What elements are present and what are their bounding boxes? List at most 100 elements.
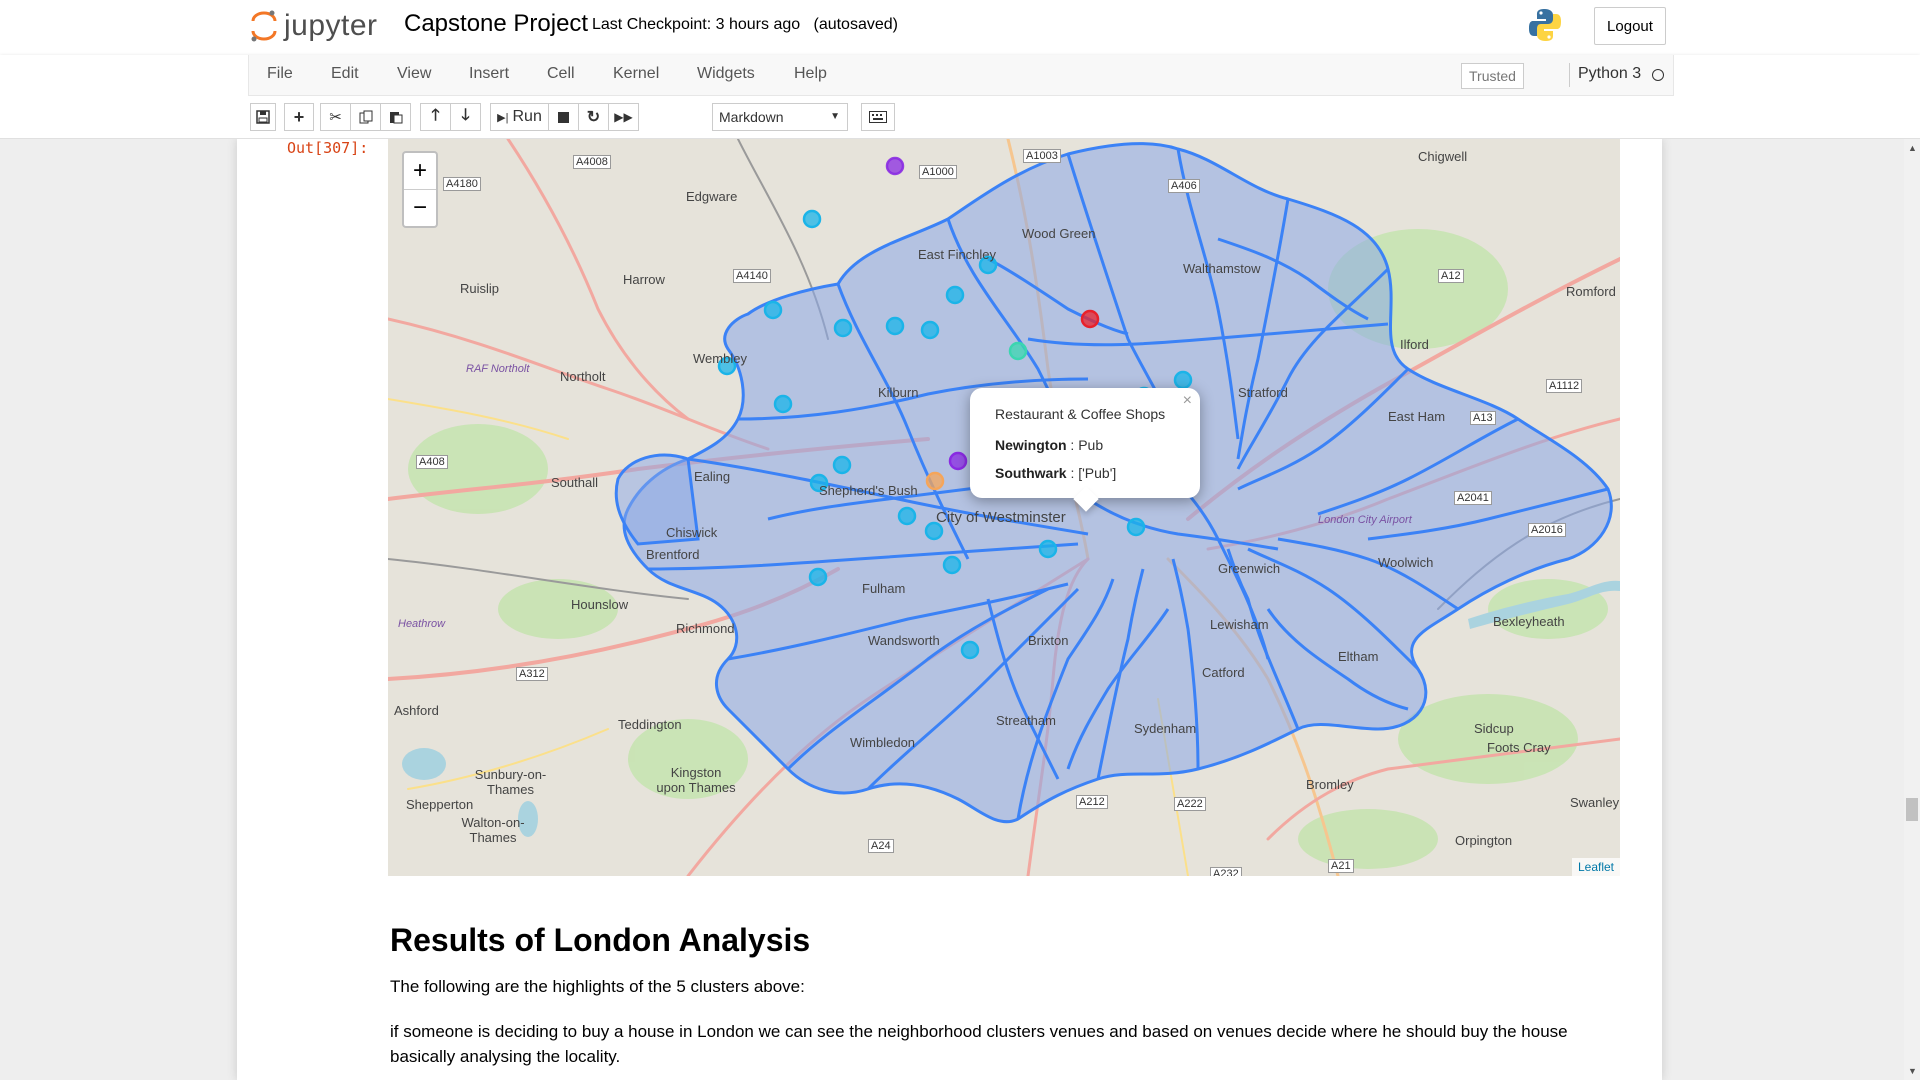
move-down-button[interactable]: 🡓	[450, 103, 481, 131]
popup-row: Newington : Pub	[995, 437, 1103, 453]
results-heading: Results of London Analysis	[390, 922, 811, 958]
cluster-marker[interactable]	[833, 318, 853, 338]
menu-cell[interactable]: Cell	[547, 65, 575, 83]
place-label: Southall	[551, 475, 598, 490]
run-icon: ▶|	[497, 111, 509, 124]
interrupt-button[interactable]	[548, 103, 579, 131]
place-label: London City Airport	[1318, 514, 1412, 526]
zoom-control: + −	[402, 151, 438, 228]
road-label: A408	[416, 455, 448, 469]
zoom-out-button[interactable]: −	[404, 190, 436, 226]
move-up-button[interactable]: 🡑	[420, 103, 451, 131]
road-label: A24	[868, 839, 894, 853]
leaflet-attribution-link[interactable]: Leaflet	[1571, 858, 1620, 876]
menu-widgets[interactable]: Widgets	[697, 65, 755, 83]
map-canvas[interactable]	[388, 139, 1620, 876]
place-label: Chigwell	[1418, 149, 1468, 164]
menu-edit[interactable]: Edit	[331, 65, 359, 83]
save-icon	[256, 110, 270, 124]
scrollbar-thumb[interactable]	[1906, 798, 1918, 821]
place-label: Sidcup	[1474, 721, 1514, 736]
scroll-down-arrow-icon[interactable]: ▼	[1908, 1066, 1917, 1076]
place-label: Edgware	[686, 189, 738, 204]
place-label: City of Westminster	[936, 509, 1066, 526]
place-label: Stratford	[1238, 385, 1288, 400]
scroll-up-arrow-icon[interactable]: ▲	[1908, 143, 1917, 153]
cluster-marker[interactable]	[960, 640, 980, 660]
checkpoint-text: Last Checkpoint: 3 hours ago	[592, 16, 801, 33]
jupyter-logo[interactable]: jupyter	[250, 6, 378, 46]
cluster-marker[interactable]	[885, 316, 905, 336]
stop-icon	[558, 111, 569, 123]
road-label: A1112	[1546, 379, 1583, 393]
place-label: East Ham	[1388, 409, 1446, 424]
cluster-marker[interactable]	[945, 285, 965, 305]
cell-type-value: Markdown	[719, 109, 784, 125]
place-label: Wandsworth	[868, 633, 940, 648]
close-icon[interactable]: ×	[1183, 392, 1192, 410]
autosave-text: (autosaved)	[813, 16, 898, 33]
cluster-marker[interactable]	[925, 471, 945, 491]
cluster-marker[interactable]	[920, 320, 940, 340]
cluster-marker[interactable]	[1038, 539, 1058, 559]
place-label: Wembley	[693, 351, 747, 366]
popup-value: : ['Pub']	[1066, 465, 1117, 481]
cell-type-select[interactable]: Markdown ▼	[712, 103, 848, 131]
jupyter-logo-icon	[251, 10, 277, 42]
menu-kernel[interactable]: Kernel	[613, 65, 659, 83]
plus-icon: +	[293, 106, 305, 127]
restart-button[interactable]: ↻	[578, 103, 609, 131]
restart-run-all-button[interactable]: ▶▶	[608, 103, 639, 131]
kernel-idle-indicator-icon	[1652, 69, 1664, 81]
zoom-in-button[interactable]: +	[404, 153, 436, 190]
scrollbar[interactable]: ▲ ▼	[1904, 139, 1920, 1080]
menu-help[interactable]: Help	[794, 65, 827, 83]
run-button[interactable]: ▶| Run	[490, 103, 549, 131]
menu-file[interactable]: File	[267, 65, 293, 83]
road-label: A1003	[1023, 149, 1061, 163]
notebook-area[interactable]: Out[307]: Edgware Chigwell East Finchley…	[0, 139, 1904, 1080]
cluster-marker[interactable]	[808, 567, 828, 587]
copy-button[interactable]	[350, 103, 381, 131]
save-button[interactable]	[250, 103, 276, 131]
trusted-badge[interactable]: Trusted	[1461, 63, 1524, 89]
place-label: Heathrow	[398, 618, 446, 630]
cluster-marker[interactable]	[942, 555, 962, 575]
road-label: A4008	[573, 155, 611, 169]
popup-value: : Pub	[1066, 437, 1104, 453]
menu-view[interactable]: View	[397, 65, 431, 83]
place-label: Catford	[1202, 665, 1245, 680]
insert-cell-button[interactable]: +	[284, 103, 314, 131]
cluster-marker[interactable]	[832, 455, 852, 475]
notebook-title[interactable]: Capstone Project	[404, 10, 588, 38]
place-label: Swanley	[1570, 795, 1620, 810]
jupyter-wordmark: jupyter	[284, 9, 378, 42]
popup-key: Newington	[995, 437, 1067, 453]
cluster-marker[interactable]	[1126, 517, 1146, 537]
cluster-marker[interactable]	[1008, 341, 1028, 361]
leaflet-map[interactable]: Edgware Chigwell East Finchley Wood Gree…	[388, 139, 1620, 876]
cluster-marker[interactable]	[948, 451, 968, 471]
menu-insert[interactable]: Insert	[469, 65, 509, 83]
cluster-marker[interactable]	[1080, 309, 1100, 329]
cluster-marker[interactable]	[773, 394, 793, 414]
cut-button[interactable]: ✂	[320, 103, 351, 131]
command-palette-button[interactable]	[861, 103, 895, 131]
cluster-marker[interactable]	[897, 506, 917, 526]
place-label: Kilburn	[878, 385, 919, 400]
keyboard-icon	[869, 111, 887, 123]
arrow-up-icon: 🡑	[431, 106, 440, 124]
cut-icon: ✂	[329, 109, 342, 126]
cluster-marker[interactable]	[802, 209, 822, 229]
place-label: Fulham	[862, 581, 906, 596]
cluster-marker[interactable]	[763, 300, 783, 320]
cluster-marker[interactable]	[885, 156, 905, 176]
arrow-down-icon: 🡓	[461, 106, 470, 124]
paste-button[interactable]	[380, 103, 411, 131]
place-label: Ealing	[694, 469, 731, 484]
cluster-marker[interactable]	[1173, 370, 1193, 390]
logout-button[interactable]: Logout	[1594, 7, 1666, 45]
kernel-name: Python 3	[1578, 65, 1642, 82]
restart-icon: ↻	[586, 109, 601, 126]
toolbar: + ✂ 🡑 🡓 ▶| Run ↻ ▶▶ Markdown ▼	[248, 101, 1672, 133]
